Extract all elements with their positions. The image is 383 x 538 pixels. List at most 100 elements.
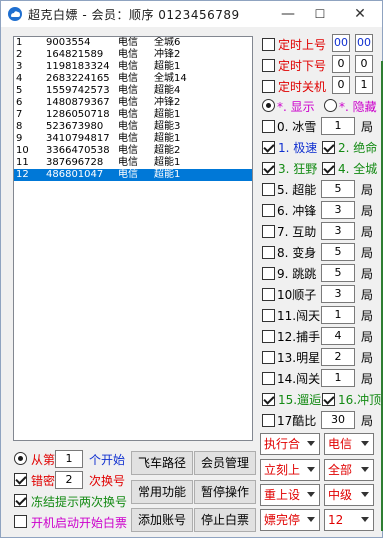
list-cell-carrier: 电信 <box>118 37 138 48</box>
level-dropdown[interactable]: 中级 <box>324 484 374 506</box>
mode-checkbox[interactable] <box>262 288 275 301</box>
show-radio[interactable] <box>262 99 275 112</box>
timer-on-hour[interactable]: 00 <box>332 34 350 52</box>
mode-checkbox[interactable] <box>262 225 275 238</box>
pair2-b-checkbox[interactable] <box>322 162 335 175</box>
mode-checkbox[interactable] <box>262 414 275 427</box>
timer-off-checkbox[interactable] <box>262 59 275 72</box>
mode-count-input[interactable]: 30 <box>321 411 355 429</box>
timer-shutdown-minute[interactable]: 1 <box>355 76 373 94</box>
mode-checkbox[interactable] <box>262 267 275 280</box>
onup-dropdown[interactable]: 立刻上 <box>260 459 320 481</box>
wrong-pwd-checkbox[interactable] <box>14 473 27 486</box>
mode-count-input[interactable]: 4 <box>321 327 355 345</box>
mode-count-input[interactable]: 1 <box>321 117 355 135</box>
mode-label: 12.捕手 <box>277 330 321 344</box>
mode-count-input[interactable]: 5 <box>321 180 355 198</box>
mode-count-input[interactable]: 1 <box>321 306 355 324</box>
mode-checkbox[interactable] <box>262 204 275 217</box>
timer-off-hour[interactable]: 0 <box>332 55 350 73</box>
list-item[interactable]: 12 486801047 电信 超能1 <box>14 169 252 181</box>
timer-shutdown-checkbox[interactable] <box>262 80 275 93</box>
mode-label: 14.闯关 <box>277 372 321 386</box>
pair1-b-label: 2. 绝命 <box>338 141 378 155</box>
list-cell-num: 2683224165 <box>46 73 110 84</box>
reset-dropdown[interactable]: 重上设 <box>260 484 320 506</box>
list-cell-tag: 超能1 <box>154 109 181 120</box>
pair1-b-checkbox[interactable] <box>322 141 335 154</box>
pair2-a-checkbox[interactable] <box>262 162 275 175</box>
list-cell-carrier: 电信 <box>118 97 138 108</box>
mode-checkbox[interactable] <box>262 183 275 196</box>
list-cell-tag: 超能1 <box>154 61 181 72</box>
list-item[interactable]: 5 1559742573 电信 超能4 <box>14 85 252 97</box>
mode-checkbox[interactable] <box>262 351 275 364</box>
from-input[interactable]: 1 <box>55 450 83 468</box>
mode-count-input[interactable]: 3 <box>321 285 355 303</box>
common-func-button[interactable]: 常用功能 <box>131 480 193 504</box>
mode-checkbox[interactable] <box>262 120 275 133</box>
count-dropdown[interactable]: 12 <box>324 509 374 531</box>
stop-free-button[interactable]: 停止白票 <box>194 508 256 532</box>
list-cell-num: 164821589 <box>46 49 104 60</box>
mode-checkbox[interactable] <box>262 372 275 385</box>
mode-count-input[interactable]: 1 <box>321 369 355 387</box>
add-account-button[interactable]: 添加账号 <box>131 508 193 532</box>
timer-on-minute[interactable]: 00 <box>355 34 373 52</box>
list-item[interactable]: 2 164821589 电信 冲锋2 <box>14 49 252 61</box>
close-button[interactable]: ✕ <box>341 1 379 27</box>
timer-off-minute[interactable]: 0 <box>355 55 373 73</box>
list-cell-num: 1559742573 <box>46 85 110 96</box>
list-item[interactable]: 8 523673980 电信 超能3 <box>14 121 252 133</box>
list-cell-idx: 3 <box>16 61 23 72</box>
mode-count-input[interactable]: 3 <box>321 222 355 240</box>
pair3-b-checkbox[interactable] <box>322 393 335 406</box>
list-cell-carrier: 电信 <box>118 109 138 120</box>
list-item[interactable]: 3 1198183324 电信 超能1 <box>14 61 252 73</box>
autostart-checkbox[interactable] <box>14 515 27 528</box>
mode-count-input[interactable]: 2 <box>321 348 355 366</box>
pair3-b-label: 16.冲顶 <box>338 393 382 407</box>
list-item[interactable]: 6 1480879367 电信 冲锋2 <box>14 97 252 109</box>
mode-label: 6. 冲锋 <box>277 204 317 218</box>
pair3-a-checkbox[interactable] <box>262 393 275 406</box>
timer-shutdown-hour[interactable]: 0 <box>332 76 350 94</box>
mode-checkbox[interactable] <box>262 246 275 259</box>
from-radio[interactable] <box>14 452 27 465</box>
wrong-pwd-input[interactable]: 2 <box>55 471 83 489</box>
list-item[interactable]: 7 1286050718 电信 超能1 <box>14 109 252 121</box>
exec-dropdown[interactable]: 执行合 <box>260 433 320 455</box>
carrier-dropdown[interactable]: 电信 <box>324 433 374 455</box>
mode-checkbox[interactable] <box>262 330 275 343</box>
finish-dropdown[interactable]: 嫖完停 <box>260 509 320 531</box>
mode-unit: 局 <box>361 351 374 365</box>
mode-count-input[interactable]: 5 <box>321 243 355 261</box>
list-cell-num: 3366470538 <box>46 145 110 156</box>
pause-op-button[interactable]: 暂停操作 <box>194 480 256 504</box>
list-cell-carrier: 电信 <box>118 145 138 156</box>
list-item[interactable]: 1 9003554 电信 全城6 <box>14 37 252 49</box>
hide-radio[interactable] <box>324 99 337 112</box>
autostart-label: 开机启动开始白票 <box>31 516 128 530</box>
mode-count-input[interactable]: 3 <box>321 201 355 219</box>
timer-on-checkbox[interactable] <box>262 38 275 51</box>
mode-unit: 局 <box>361 330 374 344</box>
member-mgmt-button[interactable]: 会员管理 <box>194 451 256 475</box>
list-item[interactable]: 11 387696728 电信 超能1 <box>14 157 252 169</box>
account-list[interactable]: 1 9003554 电信 全城6 2 164821589 电信 冲锋2 3 1198183324 电… <box>13 36 253 441</box>
maximize-button[interactable]: ☐ <box>301 1 339 27</box>
show-label: *. 显示 <box>277 100 315 114</box>
mode-count-input[interactable]: 5 <box>321 264 355 282</box>
fly-path-button[interactable]: 飞车路径 <box>131 451 193 475</box>
list-item[interactable]: 4 2683224165 电信 全城14 <box>14 73 252 85</box>
mode-unit: 局 <box>361 246 374 260</box>
mode-checkbox[interactable] <box>262 309 275 322</box>
mode-label: 17酷比 <box>277 414 317 428</box>
all-dropdown[interactable]: 全部 <box>324 459 374 481</box>
mode-unit: 局 <box>361 267 374 281</box>
list-item[interactable]: 9 3410794817 电信 超能1 <box>14 133 252 145</box>
list-cell-carrier: 电信 <box>118 85 138 96</box>
pair1-a-checkbox[interactable] <box>262 141 275 154</box>
freeze-checkbox[interactable] <box>14 494 27 507</box>
list-item[interactable]: 10 3366470538 电信 超能2 <box>14 145 252 157</box>
